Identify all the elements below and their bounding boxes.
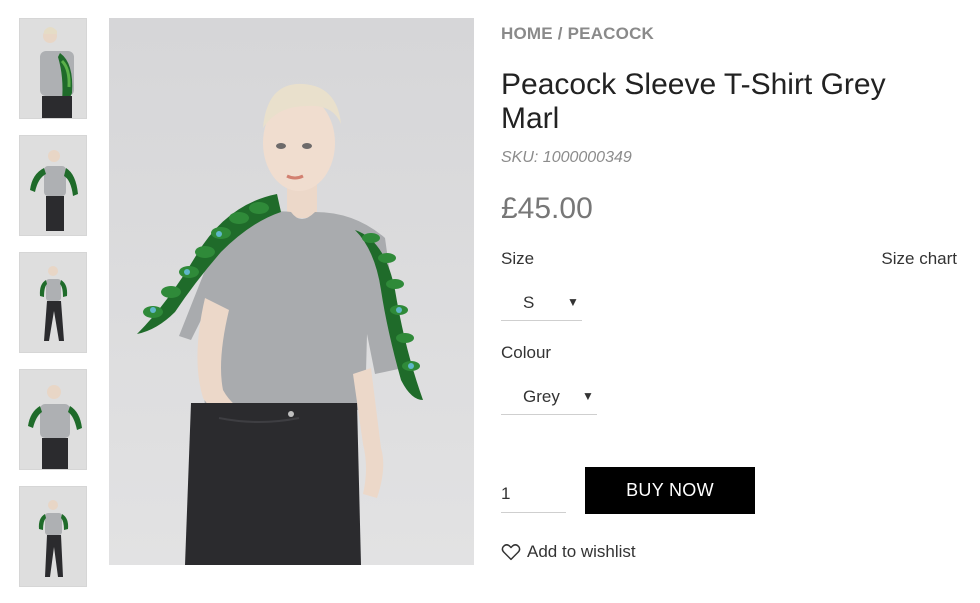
quantity-input[interactable] <box>501 476 566 513</box>
colour-label: Colour <box>501 343 552 362</box>
size-select[interactable]: S ▼ <box>501 287 582 321</box>
caret-down-icon: ▼ <box>582 389 594 403</box>
breadcrumb: HOME / PEACOCK <box>501 24 654 44</box>
wishlist-label: Add to wishlist <box>527 542 636 561</box>
caret-down-icon: ▼ <box>567 295 579 309</box>
breadcrumb-home-link[interactable]: HOME <box>501 24 553 43</box>
size-label: Size <box>501 249 535 268</box>
colour-select[interactable]: Grey ▼ <box>501 381 597 415</box>
product-photo <box>109 18 474 565</box>
product-sku: SKU: 1000000349 <box>501 149 632 166</box>
thumbnail-2[interactable] <box>19 135 87 236</box>
thumbnail-4[interactable] <box>19 369 87 470</box>
size-chart-link[interactable]: Size chart <box>881 249 957 269</box>
main-product-image[interactable] <box>109 18 474 565</box>
thumbnail-3[interactable] <box>19 252 87 353</box>
thumbnail-image <box>20 253 86 352</box>
thumbnail-1[interactable] <box>19 18 87 119</box>
buy-now-button[interactable]: BUY NOW <box>585 467 755 514</box>
product-title: Peacock Sleeve T-Shirt Grey Marl <box>501 68 886 135</box>
thumbnail-gallery <box>19 18 87 603</box>
thumbnail-image <box>20 487 86 586</box>
add-to-wishlist-link[interactable]: Add to wishlist <box>501 542 636 562</box>
colour-select-value: Grey <box>523 387 560 406</box>
thumbnail-image <box>20 370 86 469</box>
breadcrumb-current-link[interactable]: PEACOCK <box>568 24 654 43</box>
thumbnail-image <box>20 19 86 118</box>
heart-icon <box>501 543 521 561</box>
product-price: £45.00 <box>501 192 593 225</box>
breadcrumb-separator: / <box>557 24 563 43</box>
thumbnail-image <box>20 136 86 235</box>
thumbnail-5[interactable] <box>19 486 87 587</box>
size-select-value: S <box>523 293 535 312</box>
